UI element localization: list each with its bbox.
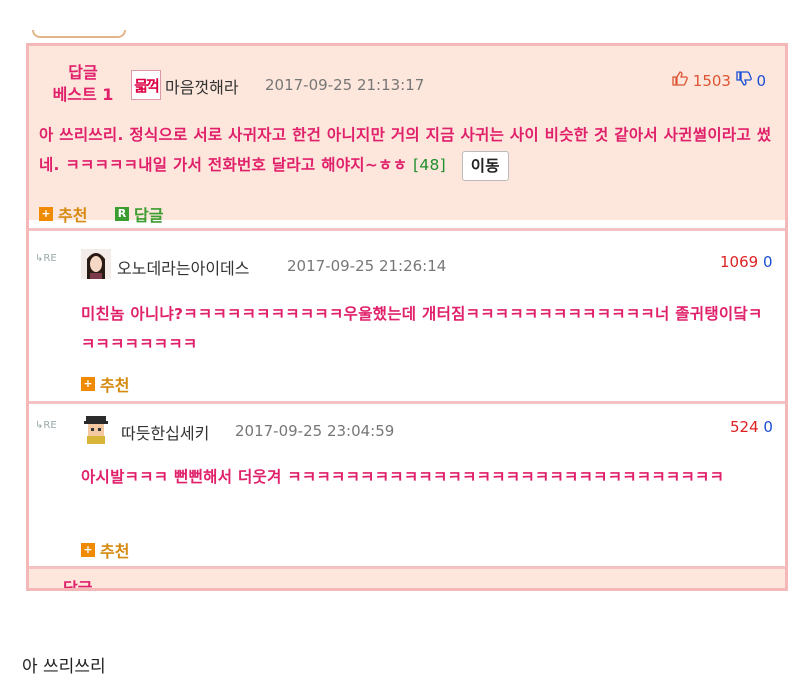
plus-icon: +: [81, 543, 95, 557]
top-tab-fragment: [32, 30, 126, 38]
downvote-count: 0: [756, 72, 767, 90]
recommend-label: 추천: [100, 376, 130, 395]
plus-icon: +: [81, 377, 95, 391]
downvote-count[interactable]: 0: [763, 253, 773, 271]
thumbs-down-icon[interactable]: [736, 71, 757, 90]
comment-date: 2017-09-25 21:26:14: [287, 257, 447, 275]
vote-counts: 524 0: [730, 418, 773, 436]
nickname[interactable]: 오노데라는아이데스: [117, 255, 249, 279]
avatar[interactable]: [81, 249, 111, 279]
best-badge: 답글 베스트 1: [43, 62, 123, 106]
nickname[interactable]: 마음껏해라: [165, 74, 239, 98]
best-badge-line1: 답글: [68, 63, 98, 82]
avatar[interactable]: 믋꺽: [131, 70, 161, 100]
reply-button[interactable]: R 답글: [115, 202, 163, 226]
next-comment-strip: 답글: [29, 566, 785, 591]
reply-label: 답글: [134, 206, 164, 225]
best-badge-line2: 베스트 1: [52, 85, 114, 104]
nickname[interactable]: 따듯한십세키: [121, 420, 209, 444]
comment-text: 미친놈 아니냐?ㅋㅋㅋㅋㅋㅋㅋㅋㅋㅋㅋ우울했는데 개터짐ㅋㅋㅋㅋㅋㅋㅋㅋㅋㅋㅋㅋ…: [81, 305, 763, 353]
recommend-button[interactable]: + 추천: [39, 202, 87, 226]
caption-text: 아 쓰리쓰리: [22, 657, 106, 677]
comment-date: 2017-09-25 23:04:59: [235, 422, 395, 440]
re-arrow-icon: ↳RE: [35, 420, 57, 431]
comment-text: 아시발ㅋㅋㅋ 뻔뻔해서 더웃겨 ㅋㅋㅋㅋㅋㅋㅋㅋㅋㅋㅋㅋㅋㅋㅋㅋㅋㅋㅋㅋㅋㅋㅋㅋ…: [81, 468, 725, 486]
reply-item: ↳RE 따듯한십세키 2017-09-25 23:04:59 524 0 아시발…: [29, 401, 785, 570]
comment-panel: 답글 베스트 1 믋꺽 마음껏해라 2017-09-25 21:13:17 15…: [26, 43, 788, 591]
reply-icon: R: [115, 207, 129, 221]
recommend-label: 추천: [100, 542, 130, 561]
thumbs-up-icon[interactable]: [672, 71, 693, 90]
best-comment: 답글 베스트 1 믋꺽 마음껏해라 2017-09-25 21:13:17 15…: [29, 46, 785, 225]
upvote-count[interactable]: 524: [730, 418, 759, 436]
comment-text-block: 아 쓰리쓰리. 정식으로 서로 사귀자고 한건 아니지만 거의 지금 사귀는 사…: [39, 120, 779, 181]
vote-counts: 1503 0: [672, 71, 766, 90]
next-badge: 답글: [63, 579, 93, 591]
move-button[interactable]: 이동: [461, 150, 509, 181]
reply-item: ↳RE 오노데라는아이데스 2017-09-25 21:26:14 1069 0…: [29, 228, 785, 401]
avatar[interactable]: [81, 414, 111, 444]
upvote-count[interactable]: 1069: [720, 253, 758, 271]
reply-count[interactable]: [48]: [413, 156, 446, 174]
recommend-button[interactable]: + 추천: [81, 372, 129, 396]
re-arrow-icon: ↳RE: [35, 253, 57, 264]
comment-text: 아 쓰리쓰리. 정식으로 서로 사귀자고 한건 아니지만 거의 지금 사귀는 사…: [39, 126, 772, 174]
downvote-count[interactable]: 0: [763, 418, 773, 436]
recommend-button[interactable]: + 추천: [81, 538, 129, 562]
upvote-count: 1503: [692, 72, 731, 90]
comment-date: 2017-09-25 21:13:17: [265, 76, 425, 94]
vote-counts: 1069 0: [720, 253, 773, 271]
plus-icon: +: [39, 207, 53, 221]
recommend-label: 추천: [58, 206, 88, 225]
